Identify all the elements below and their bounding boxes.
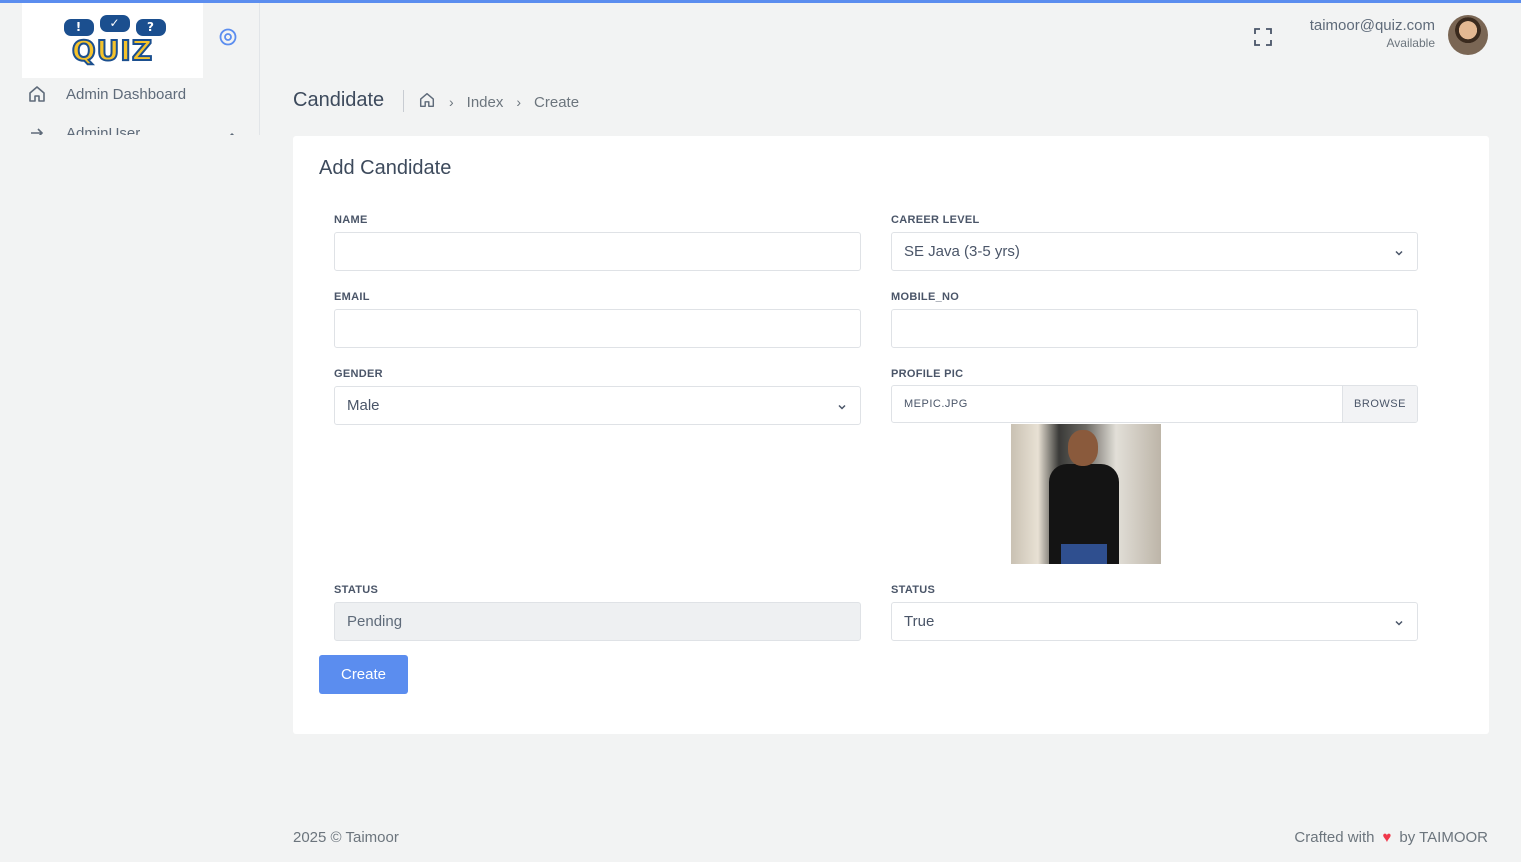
sidebar-item-label: Admin Dashboard: [66, 85, 187, 103]
gender-label: GENDER: [334, 368, 383, 380]
gender-select[interactable]: Male: [334, 386, 861, 425]
sidebar-toggle-button[interactable]: [217, 26, 239, 48]
home-icon: [26, 83, 48, 105]
footer-crafted: Crafted with: [1294, 829, 1375, 846]
status-label: STATUS: [334, 584, 379, 596]
name-label: NAME: [334, 214, 368, 226]
title-divider: [403, 90, 404, 112]
career-level-select[interactable]: SE Java (3-5 yrs): [891, 232, 1418, 271]
user-info[interactable]: taimoor@quiz.com Available: [1310, 17, 1435, 50]
gender-value: Male: [347, 397, 380, 414]
add-candidate-card: Add Candidate NAME CAREER LEVEL SE Java …: [293, 136, 1489, 734]
logo[interactable]: ! ✓ ? QUIZ: [22, 3, 203, 78]
breadcrumb-separator: ›: [449, 94, 454, 110]
create-button[interactable]: Create: [319, 655, 408, 694]
mobile-field[interactable]: [891, 309, 1418, 348]
breadcrumb-index[interactable]: Index: [467, 94, 504, 111]
chevron-up-icon: [226, 126, 238, 135]
profile-pic-input[interactable]: MEPIC.JPG BROWSE: [891, 385, 1418, 423]
card-title: Add Candidate: [319, 157, 452, 179]
status-select-value: True: [904, 613, 935, 630]
logo-bubble-exclaim: !: [63, 18, 94, 36]
footer-by: by TAIMOOR: [1399, 829, 1488, 846]
breadcrumb-home-icon[interactable]: [418, 91, 436, 113]
chevron-down-icon: [1393, 616, 1405, 633]
footer-copyright: 2025 © Taimoor: [293, 829, 399, 846]
email-label: EMAIL: [334, 291, 370, 303]
chevron-down-icon: [1393, 246, 1405, 263]
status-select[interactable]: True: [891, 602, 1418, 641]
breadcrumb: › Index › Create: [418, 91, 579, 113]
career-level-value: SE Java (3-5 yrs): [904, 243, 1020, 260]
browse-button[interactable]: BROWSE: [1342, 386, 1417, 422]
page-title: Candidate: [293, 89, 385, 111]
sidebar-item-admin-dashboard[interactable]: Admin Dashboard: [26, 80, 248, 108]
logo-word: QUIZ: [71, 33, 154, 67]
breadcrumb-separator: ›: [516, 94, 522, 110]
logo-bubble-check: ✓: [99, 14, 130, 32]
sidebar: ! ✓ ? QUIZ Admin Dashboard AdminUser: [0, 3, 260, 135]
target-icon: [219, 28, 237, 46]
mobile-label: MOBILE_NO: [891, 291, 960, 303]
sidebar-item-adminuser[interactable]: AdminUser: [26, 119, 248, 135]
footer-credit: Crafted with ♥ by TAIMOOR: [1294, 829, 1488, 846]
status-select-label: STATUS: [891, 584, 936, 596]
fullscreen-button[interactable]: [1252, 26, 1274, 48]
user-email: taimoor@quiz.com: [1309, 17, 1435, 34]
profile-pic-filename: MEPIC.JPG: [904, 398, 968, 410]
sidebar-menu: Admin Dashboard AdminUser: [0, 78, 259, 135]
name-field[interactable]: [334, 232, 861, 271]
arrow-right-icon: [26, 122, 48, 135]
logo-bubble-question: ?: [135, 18, 166, 36]
sidebar-item-label: AdminUser: [66, 124, 141, 136]
user-status: Available: [1386, 36, 1435, 50]
heart-icon: ♥: [1382, 829, 1392, 846]
breadcrumb-create: Create: [534, 93, 580, 111]
email-field[interactable]: [334, 309, 861, 348]
career-level-label: CAREER LEVEL: [891, 214, 980, 226]
avatar[interactable]: [1448, 15, 1488, 55]
profile-pic-label: PROFILE PIC: [891, 368, 964, 380]
status-field: Pending: [334, 602, 861, 641]
profile-pic-preview: [1011, 424, 1161, 564]
chevron-down-icon: [836, 400, 848, 417]
fullscreen-icon: [1254, 28, 1272, 46]
quiz-logo: ! ✓ ? QUIZ: [56, 14, 170, 67]
